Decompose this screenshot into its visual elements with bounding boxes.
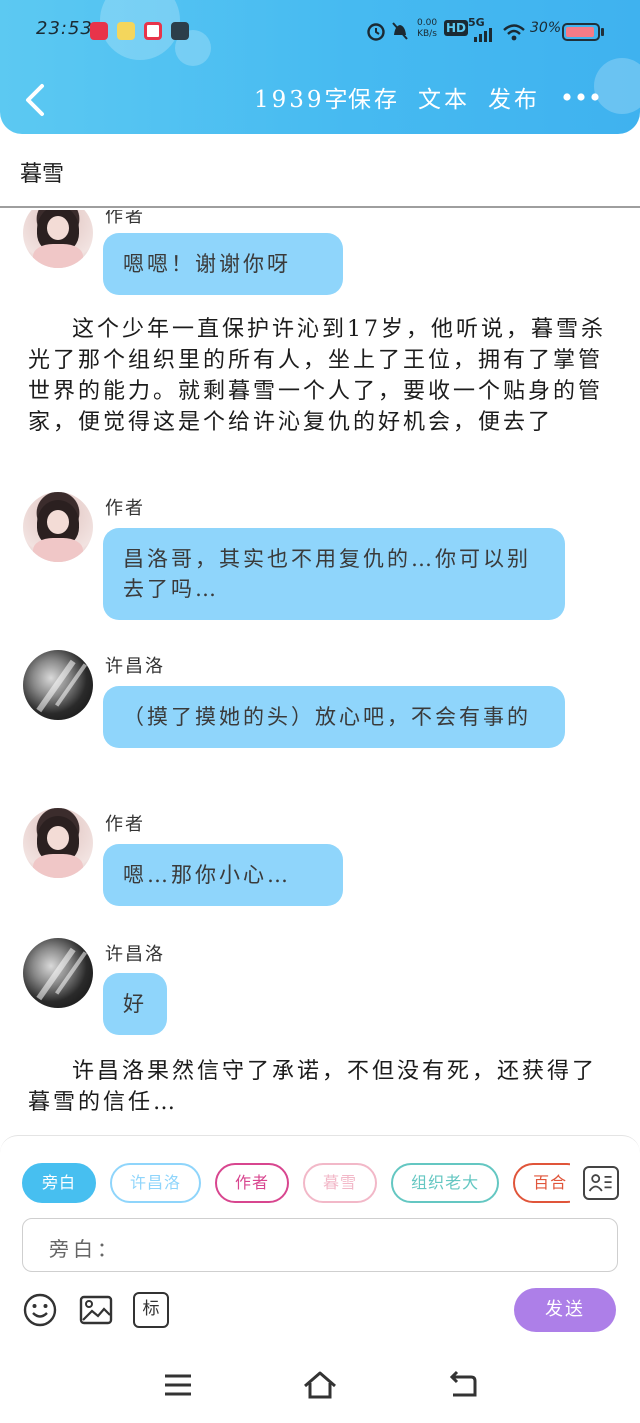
avatar-shirt: [33, 854, 83, 878]
notification-app-icon: [144, 22, 162, 40]
publish-button[interactable]: 发布: [488, 80, 540, 114]
xu-changluo-avatar[interactable]: [23, 650, 93, 720]
composer-panel: 旁白 许昌洛 作者 暮雪 组织老大 百合 旁白： 标 发送: [0, 1135, 640, 1350]
narration-text[interactable]: 许昌洛果然信守了承诺，不但没有死，还获得了暮雪的信任…: [28, 1056, 618, 1118]
speaker-name: 许昌洛: [105, 656, 165, 677]
hd-icon: HD: [444, 20, 469, 36]
message-input-box[interactable]: 旁白：: [22, 1218, 618, 1272]
home-icon[interactable]: [302, 1368, 338, 1402]
back-button[interactable]: [18, 80, 54, 120]
story-title: 暮雪: [20, 162, 65, 187]
role-chip[interactable]: 旁白: [22, 1163, 97, 1203]
role-manager-icon[interactable]: [583, 1166, 619, 1200]
tag-label: 标: [142, 1299, 160, 1319]
speaker-name: 许昌洛: [105, 944, 165, 965]
dialog-bubble[interactable]: （摸了摸她的头）放心吧，不会有事的: [103, 686, 565, 748]
alarm-icon: [367, 23, 385, 41]
author-avatar[interactable]: [23, 808, 93, 878]
role-selector[interactable]: 旁白 许昌洛 作者 暮雪 组织老大 百合: [22, 1163, 570, 1205]
send-button[interactable]: 发送: [514, 1288, 616, 1332]
role-chip[interactable]: 作者: [215, 1163, 290, 1203]
battery-cap: [601, 28, 604, 36]
dialog-bubble[interactable]: 好: [103, 973, 167, 1035]
dialog-bubble[interactable]: 嗯…那你小心…: [103, 844, 343, 906]
avatar-face: [47, 826, 69, 850]
role-chip[interactable]: 百合: [513, 1163, 570, 1203]
tag-button[interactable]: 标: [133, 1292, 169, 1328]
role-chip[interactable]: 许昌洛: [110, 1163, 202, 1203]
mute-bell-icon: [392, 22, 408, 40]
input-role-label: 旁白：: [49, 1237, 121, 1261]
avatar-shirt: [33, 244, 83, 268]
image-icon[interactable]: [78, 1292, 114, 1328]
net-speed-unit: KB/s: [417, 29, 437, 39]
battery-percent: 30%: [530, 20, 562, 36]
battery-icon: [562, 23, 600, 41]
author-avatar[interactable]: [23, 210, 93, 268]
status-bar: 23:53 0.00 KB/s HD 5G 30%: [0, 14, 640, 50]
message-input[interactable]: [143, 1227, 603, 1265]
avatar-shirt: [33, 538, 83, 562]
wifi-icon: [503, 24, 525, 41]
menu-icon[interactable]: [160, 1368, 196, 1402]
xu-changluo-avatar[interactable]: [23, 938, 93, 1008]
chat-content[interactable]: 作者 嗯嗯！谢谢你呀 这个少年一直保护许沁到17岁，他听说，暮雪杀光了那个组织里…: [0, 210, 640, 1135]
save-button[interactable]: 保存: [348, 80, 400, 114]
notification-app-icon: [117, 22, 135, 40]
status-time: 23:53: [36, 18, 93, 39]
notification-app-icon: [171, 22, 189, 40]
emoji-icon[interactable]: [22, 1292, 58, 1328]
narration-text[interactable]: 这个少年一直保护许沁到17岁，他听说，暮雪杀光了那个组织里的所有人，坐上了王位，…: [28, 314, 618, 438]
net-speed-value: 0.00: [417, 18, 438, 28]
speaker-name: 作者: [105, 498, 145, 519]
dialog-bubble[interactable]: 嗯嗯！谢谢你呀: [103, 233, 343, 295]
signal-icon: [474, 28, 492, 42]
avatar-face: [47, 510, 69, 534]
battery-fill: [566, 27, 594, 37]
system-nav-bar: [0, 1350, 640, 1423]
word-count-button[interactable]: 1939字: [254, 80, 351, 114]
top-header: 23:53 0.00 KB/s HD 5G 30% 1939字 保存 文本 发布: [0, 0, 640, 134]
author-avatar[interactable]: [23, 492, 93, 562]
story-title-bar[interactable]: 暮雪: [0, 134, 640, 208]
dialog-bubble[interactable]: 昌洛哥，其实也不用复仇的…你可以别去了吗…: [103, 528, 565, 620]
role-chip[interactable]: 暮雪: [303, 1163, 378, 1203]
role-chip[interactable]: 组织老大: [391, 1163, 500, 1203]
notification-app-icon: [90, 22, 108, 40]
speaker-name: 作者: [105, 814, 145, 835]
text-button[interactable]: 文本: [418, 80, 470, 114]
avatar-face: [47, 216, 69, 240]
back-nav-icon[interactable]: [444, 1368, 480, 1402]
net-speed: 0.00 KB/s: [417, 18, 437, 40]
speaker-name: 作者: [105, 210, 145, 227]
more-options-icon[interactable]: [560, 82, 602, 112]
